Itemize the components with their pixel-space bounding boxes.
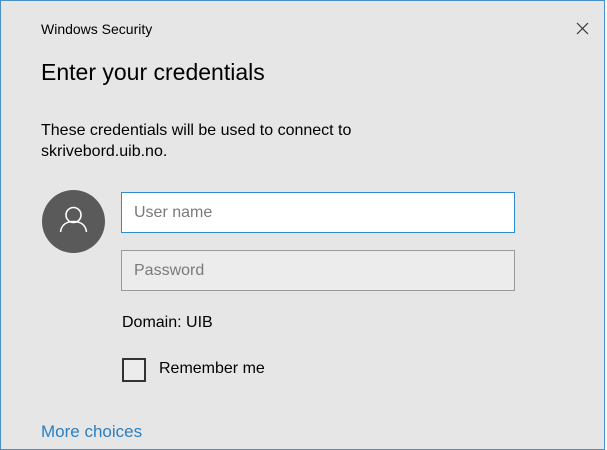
more-choices-link[interactable]: More choices xyxy=(41,422,142,442)
password-input[interactable] xyxy=(121,250,515,291)
close-button[interactable] xyxy=(569,15,597,43)
domain-label: Domain: UIB xyxy=(122,314,213,331)
remember-me-label: Remember me xyxy=(159,360,265,377)
username-input[interactable] xyxy=(121,192,515,233)
dialog-description: These credentials will be used to connec… xyxy=(41,120,561,162)
user-avatar-icon xyxy=(59,206,88,233)
window-title: Windows Security xyxy=(41,21,153,37)
user-avatar xyxy=(42,190,105,253)
dialog-heading: Enter your credentials xyxy=(41,59,265,85)
credentials-dialog: Windows Security Enter your credentials … xyxy=(0,0,605,450)
checkbox-box[interactable] xyxy=(122,358,146,382)
description-line-1: These credentials will be used to connec… xyxy=(41,122,352,139)
description-line-2: skrivebord.uib.no. xyxy=(41,143,168,160)
close-icon xyxy=(576,22,589,35)
